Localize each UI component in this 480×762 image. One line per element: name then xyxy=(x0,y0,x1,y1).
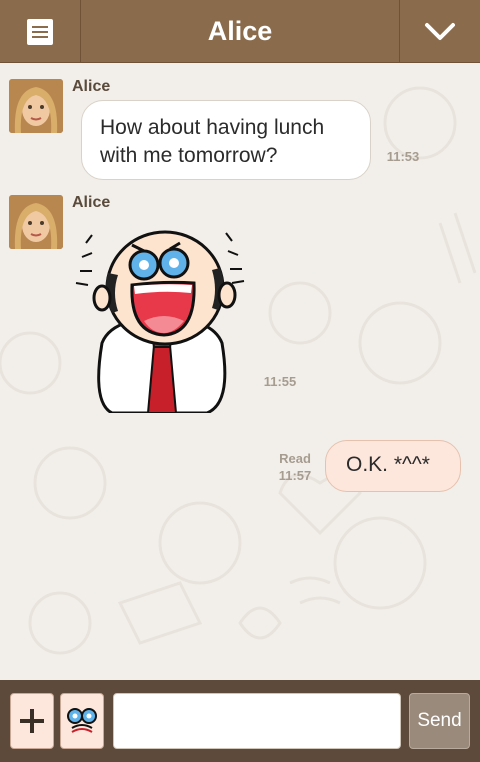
sender-name: Alice xyxy=(72,78,111,95)
chevron-down-icon xyxy=(425,22,455,40)
avatar-image xyxy=(9,195,63,249)
message-text: O.K. *^^* xyxy=(346,453,430,476)
message-time: 11:53 xyxy=(386,149,420,164)
chat-title: Alice xyxy=(207,16,273,46)
message-time: 11:55 xyxy=(263,374,297,389)
menu-button[interactable] xyxy=(0,0,81,63)
sticker-face-icon xyxy=(67,708,97,733)
read-status: Read 11:57 xyxy=(272,450,318,484)
message-text-line: with me tomorrow? xyxy=(100,144,278,167)
add-attachment-button[interactable] xyxy=(10,693,54,749)
message-time: 11:57 xyxy=(278,468,312,483)
message-input[interactable] xyxy=(113,693,401,749)
outgoing-message-bubble[interactable]: O.K. *^^* xyxy=(325,440,461,492)
menu-icon xyxy=(27,18,53,45)
sticker-button[interactable] xyxy=(60,693,104,749)
chat-area[interactable]: Alice How about having lunch with me tom… xyxy=(0,63,480,680)
composer-bar: Send xyxy=(0,680,480,762)
laughing-bald-man-sticker[interactable] xyxy=(72,223,247,413)
avatar[interactable] xyxy=(9,195,63,249)
dropdown-button[interactable] xyxy=(399,0,480,63)
send-button[interactable]: Send xyxy=(409,693,470,749)
message-text-line: How about having lunch xyxy=(100,116,325,139)
incoming-message-bubble[interactable]: How about having lunch with me tomorrow? xyxy=(81,100,371,180)
sender-name: Alice xyxy=(72,194,111,211)
plus-icon xyxy=(20,709,44,733)
avatar[interactable] xyxy=(9,79,63,133)
avatar-image xyxy=(9,79,63,133)
read-label: Read xyxy=(279,451,311,466)
app-header: Alice xyxy=(0,0,480,63)
